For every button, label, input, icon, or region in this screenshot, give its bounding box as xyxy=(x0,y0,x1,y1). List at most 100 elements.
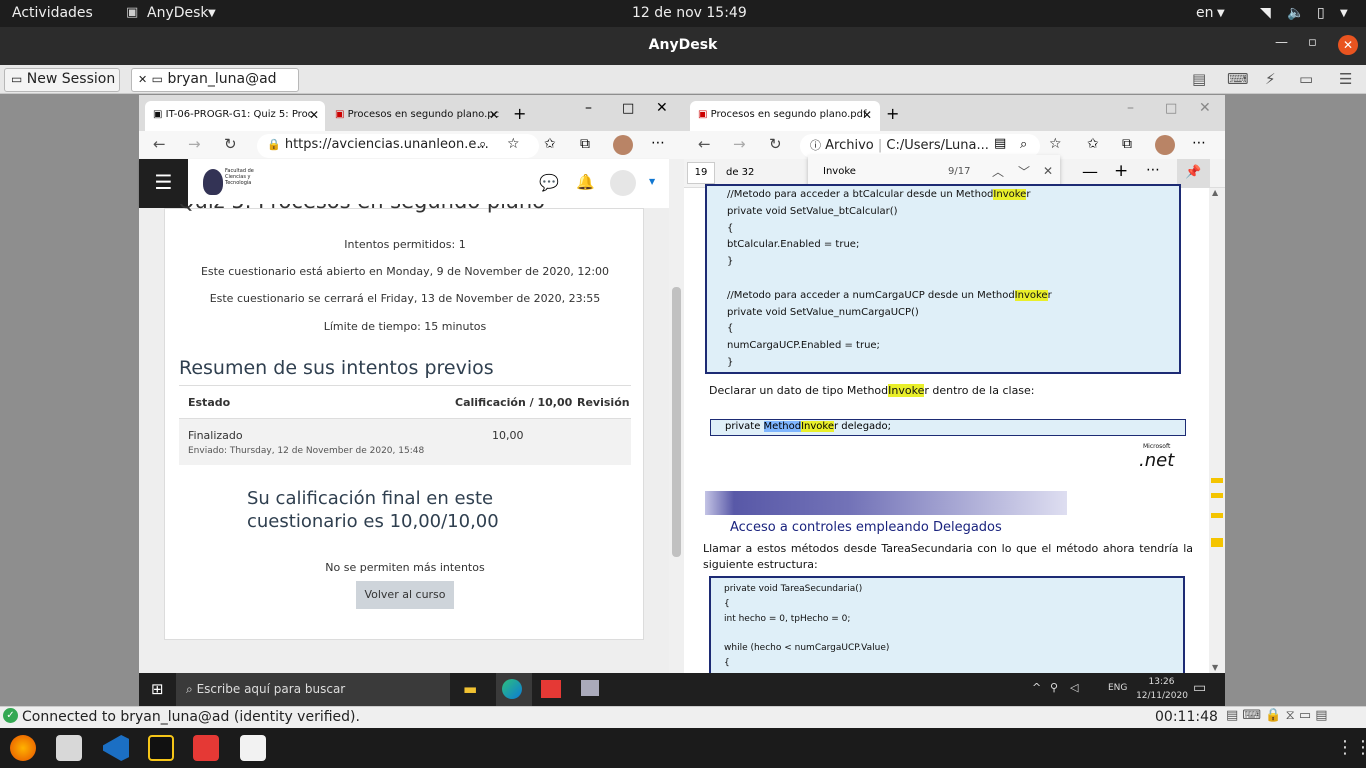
collections-icon[interactable]: ⧉ xyxy=(1122,136,1132,152)
more-icon[interactable]: ⋯ xyxy=(1146,162,1160,178)
back-icon[interactable]: ← xyxy=(153,135,166,153)
new-tab-icon[interactable]: + xyxy=(513,104,526,123)
taskbar-language[interactable]: ENG xyxy=(1108,683,1127,693)
display-icon[interactable]: ▭ xyxy=(1299,70,1313,88)
tab-label: bryan_luna@ad xyxy=(167,71,277,87)
close-button[interactable]: ✕ xyxy=(1338,35,1358,55)
minimize-button[interactable]: – xyxy=(585,100,592,116)
activities-button[interactable]: Actividades xyxy=(12,5,93,21)
minimize-button[interactable]: — xyxy=(1275,35,1288,50)
chevron-down-icon[interactable]: ▼ xyxy=(649,177,655,186)
back-icon[interactable]: ← xyxy=(698,135,711,153)
tray-chevron-up-icon[interactable]: ^ xyxy=(1032,681,1041,694)
messages-icon[interactable]: 💬 xyxy=(539,173,559,192)
scrollbar-thumb[interactable] xyxy=(672,287,681,557)
taskbar-search[interactable]: ⌕ Escribe aquí para buscar xyxy=(176,673,450,706)
anydesk-dock-icon[interactable] xyxy=(193,735,219,761)
language-indicator[interactable]: en xyxy=(1196,5,1214,21)
text-editor-icon[interactable] xyxy=(240,735,266,761)
file-explorer-icon[interactable]: ▬ xyxy=(463,680,477,698)
close-button[interactable]: ✕ xyxy=(1199,100,1211,116)
maximize-button[interactable]: ▫ xyxy=(1308,35,1317,50)
tab-pdf[interactable]: ▣ Procesos en segundo plano.pdf ✕ xyxy=(690,101,880,131)
more-icon[interactable]: ⋯ xyxy=(1192,135,1206,151)
app-menu[interactable]: AnyDesk xyxy=(147,5,209,21)
status-icons[interactable]: ▤ ⌨ 🔒 ⧖ ▭ ▤ xyxy=(1226,708,1328,723)
find-input[interactable]: Invoke xyxy=(823,166,856,177)
notifications-icon[interactable]: 🔔 xyxy=(576,173,595,191)
notifications-icon[interactable]: ▭ xyxy=(1193,680,1206,696)
close-button[interactable]: ✕ xyxy=(656,100,668,116)
minimize-button[interactable]: – xyxy=(1127,100,1134,116)
url-text: C:/Users/Luna... xyxy=(886,138,989,153)
tab-pdf[interactable]: ▣ Procesos en segundo plano.pc ✕ xyxy=(327,101,507,131)
find-next-icon[interactable]: ﹀ xyxy=(1018,163,1030,180)
scroll-down-icon[interactable]: ▼ xyxy=(1212,663,1218,672)
zoom-icon[interactable]: ⌕ xyxy=(1020,137,1027,152)
scrollbar[interactable]: ▲ ▼ xyxy=(1209,188,1225,675)
close-tab-icon[interactable]: ✕ xyxy=(862,108,872,122)
tab-quiz[interactable]: ▣ IT-06-PROGR-G1: Quiz 5: Proc ✕ xyxy=(145,101,325,131)
hamburger-menu-icon[interactable]: ☰ xyxy=(139,159,188,208)
battery-icon[interactable]: ▯ xyxy=(1317,5,1325,21)
search-hit-marker xyxy=(1211,538,1223,547)
vscode-icon[interactable] xyxy=(103,735,129,761)
firefox-icon[interactable] xyxy=(10,735,36,761)
tab-remote-session[interactable]: ✕ ▭ bryan_luna@ad xyxy=(131,68,299,92)
favorite-star-icon[interactable]: ☆ xyxy=(1049,136,1062,152)
taskbar-date[interactable]: 12/11/2020 xyxy=(1132,691,1192,701)
read-aloud-icon[interactable]: ▤ xyxy=(994,136,1006,151)
scrollbar[interactable] xyxy=(669,159,684,675)
chat-icon[interactable]: ▤ xyxy=(1192,70,1206,88)
page-number-input[interactable]: 19 xyxy=(687,162,715,184)
more-icon[interactable]: ⋯ xyxy=(651,135,665,151)
actions-icon[interactable]: ⚡ xyxy=(1265,70,1276,88)
favorites-icon[interactable]: ✩ xyxy=(544,136,556,152)
app-icon[interactable] xyxy=(581,680,599,696)
zoom-out-icon[interactable]: — xyxy=(1082,162,1098,181)
tab-new-session[interactable]: ▭ New Session xyxy=(4,68,120,92)
forward-icon[interactable]: → xyxy=(188,135,201,153)
anydesk-icon[interactable] xyxy=(541,680,561,698)
tray-network-icon[interactable]: ⚲ xyxy=(1050,681,1058,694)
find-prev-icon[interactable]: ︿ xyxy=(992,163,1004,180)
pdf-page-20: Acceso a controles empleando Delegados L… xyxy=(687,488,1209,686)
favorite-star-icon[interactable]: ☆ xyxy=(507,136,520,152)
close-tab-icon[interactable]: ✕ xyxy=(138,73,147,86)
pin-icon[interactable]: 📌 xyxy=(1177,159,1210,187)
zoom-in-icon[interactable]: + xyxy=(1114,161,1128,181)
clock[interactable]: 12 de nov 15:49 xyxy=(632,5,747,21)
collections-icon[interactable]: ⧉ xyxy=(580,136,590,152)
tray-volume-icon[interactable]: ◁ xyxy=(1070,681,1078,694)
forward-icon[interactable]: → xyxy=(733,135,746,153)
taskbar-time[interactable]: 13:26 xyxy=(1139,677,1184,687)
maximize-button[interactable]: □ xyxy=(1165,101,1177,116)
wifi-icon[interactable]: ◥ xyxy=(1260,5,1271,21)
anydesk-app-icon: ▣ xyxy=(126,5,139,20)
close-tab-icon[interactable]: ✕ xyxy=(489,108,499,122)
profile-avatar[interactable] xyxy=(613,135,633,155)
back-to-course-button[interactable]: Volver al curso xyxy=(356,581,454,609)
files-icon[interactable] xyxy=(56,735,82,761)
maximize-button[interactable]: □ xyxy=(622,101,634,116)
zoom-icon[interactable]: ⌕ xyxy=(479,137,486,152)
show-apps-icon[interactable]: ⋮⋮⋮ xyxy=(1336,737,1366,758)
new-tab-icon[interactable]: + xyxy=(886,104,899,123)
url-bar[interactable]: 🔒 https://avciencias.unanleon.e... xyxy=(257,134,539,158)
refresh-icon[interactable]: ↻ xyxy=(769,135,782,153)
close-tab-icon[interactable]: ✕ xyxy=(309,108,319,122)
search-hit-marker xyxy=(1211,478,1223,483)
favorites-icon[interactable]: ✩ xyxy=(1087,136,1099,152)
header-banner xyxy=(705,491,1067,515)
menu-icon[interactable]: ☰ xyxy=(1339,70,1352,88)
keyboard-icon[interactable]: ⌨ xyxy=(1227,70,1249,88)
intellij-icon[interactable] xyxy=(148,735,174,761)
volume-icon[interactable]: 🔈 xyxy=(1287,5,1304,21)
user-avatar[interactable] xyxy=(610,170,636,196)
find-close-icon[interactable]: ✕ xyxy=(1043,164,1053,178)
windows-start-icon[interactable]: ⊞ xyxy=(151,680,164,698)
edge-icon[interactable] xyxy=(502,679,522,699)
profile-avatar[interactable] xyxy=(1155,135,1175,155)
scroll-up-icon[interactable]: ▲ xyxy=(1212,188,1218,197)
refresh-icon[interactable]: ↻ xyxy=(224,135,237,153)
